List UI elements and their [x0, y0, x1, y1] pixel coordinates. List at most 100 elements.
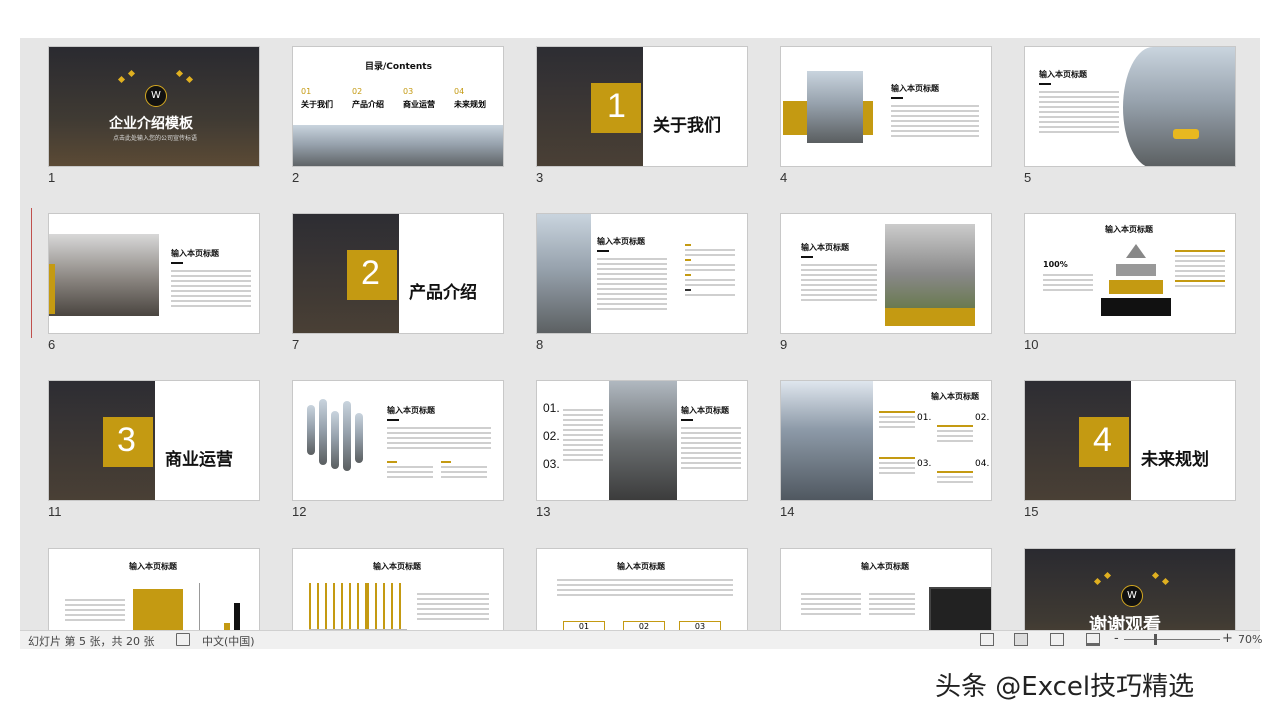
- insertion-marker: [31, 208, 32, 338]
- slide-title: 企业介绍模板: [109, 116, 193, 132]
- slide-number: 12: [292, 504, 307, 519]
- title-underline: [891, 97, 903, 99]
- bar-chart: [367, 583, 407, 630]
- body-text-lines: [387, 427, 491, 452]
- step-number: 02.: [543, 429, 560, 443]
- slide-thumbnail-10[interactable]: 输入本页标题 100%: [1024, 213, 1236, 334]
- language-status[interactable]: 中文(中国): [202, 633, 255, 649]
- step-text: [937, 471, 973, 486]
- slide-thumbnail-9[interactable]: 输入本页标题: [780, 213, 992, 334]
- slide-number: 9: [780, 337, 788, 352]
- section-number: 4: [1093, 421, 1112, 459]
- slide-number: 3: [536, 170, 544, 185]
- slide-thumbnail-13[interactable]: 01. 02. 03. 输入本页标题: [536, 380, 748, 501]
- decor-dot: [117, 75, 126, 84]
- decor-dot: [185, 75, 194, 84]
- step-number: 01.: [543, 401, 560, 415]
- slide-title: 未来规划: [1141, 450, 1209, 470]
- title-underline: [681, 419, 693, 421]
- slide-thumbnail-19[interactable]: 输入本页标题: [780, 548, 992, 630]
- percentage-label: 100%: [1043, 260, 1068, 269]
- pyramid-chart: [1101, 244, 1171, 324]
- slide-thumbnail-20[interactable]: W 谢谢观看: [1024, 548, 1236, 630]
- contents-item-index: 02: [352, 87, 363, 96]
- title-underline: [171, 262, 183, 264]
- slide-title: 输入本页标题: [681, 406, 729, 415]
- body-text-lines: [597, 258, 667, 313]
- contents-item-label: 商业运营: [403, 100, 435, 109]
- slide-sorter-panel: W 企业介绍模板 点击此处输入您的公司宣传标语 1 目录/Contents 01…: [20, 38, 1260, 630]
- slide-thumbnail-11[interactable]: 3 商业运营: [48, 380, 260, 501]
- status-bar: 幻灯片 第 5 张，共 20 张 中文(中国) - + 70%: [20, 630, 1262, 649]
- step-number: 03.: [917, 459, 932, 469]
- numbered-box: 03: [679, 621, 721, 630]
- slide-number: 10: [1024, 337, 1039, 352]
- taxi-shape: [1173, 129, 1199, 139]
- slide-number: 4: [780, 170, 788, 185]
- building-photo: [807, 71, 863, 143]
- slide-thumbnail-1[interactable]: W 企业介绍模板 点击此处输入您的公司宣传标语: [48, 46, 260, 167]
- title-underline: [597, 250, 609, 252]
- slide-thumbnail-17[interactable]: 输入本页标题: [292, 548, 504, 630]
- slide-sorter-view-icon[interactable]: [1014, 633, 1028, 646]
- contents-item-index: 01: [301, 87, 312, 96]
- zoom-in-button[interactable]: +: [1222, 631, 1233, 646]
- step-text: [563, 409, 603, 464]
- notes-icon[interactable]: [176, 633, 190, 646]
- step-text: [879, 457, 915, 477]
- decor-dot: [175, 69, 184, 78]
- title-underline: [1039, 83, 1051, 85]
- slide-thumbnail-18[interactable]: 输入本页标题 01 02 03: [536, 548, 748, 630]
- zoom-out-button[interactable]: -: [1114, 631, 1119, 646]
- zoom-level[interactable]: 70%: [1238, 633, 1262, 646]
- city-photo: [293, 125, 503, 166]
- slide-title: 产品介绍: [409, 283, 477, 303]
- zoom-slider-track[interactable]: [1124, 639, 1220, 640]
- slide-thumbnail-5[interactable]: 输入本页标题: [1024, 46, 1236, 167]
- pill-photos: [307, 399, 371, 483]
- slide-title: 目录/Contents: [365, 62, 432, 72]
- slide-thumbnail-12[interactable]: 输入本页标题: [292, 380, 504, 501]
- bullet-block: [387, 461, 433, 481]
- step-text: [879, 411, 915, 431]
- body-text-lines: [557, 579, 733, 599]
- reading-view-icon[interactable]: [1050, 633, 1064, 646]
- title-underline: [801, 256, 813, 258]
- slide-thumbnail-8[interactable]: 输入本页标题: [536, 213, 748, 334]
- pyramid-labels: [1175, 250, 1225, 290]
- slide-thumbnail-16[interactable]: 输入本页标题: [48, 548, 260, 630]
- slide-title: 输入本页标题: [597, 237, 645, 246]
- interior-photo: [885, 224, 975, 308]
- slide-number: 2: [292, 170, 300, 185]
- slide-thumbnail-3[interactable]: 1 关于我们: [536, 46, 748, 167]
- contents-item-label: 关于我们: [301, 100, 333, 109]
- legend-text: [417, 593, 489, 623]
- slide-thumbnail-14[interactable]: 输入本页标题 01. 02. 03. 04.: [780, 380, 992, 501]
- body-text-lines: [869, 593, 915, 618]
- body-text-lines: [1039, 91, 1119, 136]
- body-text-lines: [891, 105, 979, 140]
- slide-thumbnail-2[interactable]: 目录/Contents 01 关于我们 02 产品介绍 03 商业运营 04 未…: [292, 46, 504, 167]
- slide-title: 输入本页标题: [931, 392, 979, 401]
- street-photo: [1123, 47, 1235, 166]
- slide-subtitle: 点击此处输入您的公司宣传标语: [113, 135, 198, 142]
- slide-number: 8: [536, 337, 544, 352]
- slideshow-view-icon[interactable]: [1086, 633, 1100, 646]
- slide-number: 1: [48, 170, 56, 185]
- slide-title: 谢谢观看: [1089, 615, 1161, 630]
- slide-title: 输入本页标题: [1105, 225, 1153, 234]
- slide-number: 6: [48, 337, 56, 352]
- slide-thumbnail-15[interactable]: 4 未来规划: [1024, 380, 1236, 501]
- slide-title: 关于我们: [653, 116, 721, 136]
- step-number: 01.: [917, 413, 932, 423]
- zoom-slider-thumb[interactable]: [1154, 634, 1157, 645]
- body-text-lines: [1043, 274, 1093, 294]
- decor-dot: [127, 69, 136, 78]
- slide-thumbnail-4[interactable]: 输入本页标题: [780, 46, 992, 167]
- decor-dot: [1161, 577, 1170, 586]
- slide-thumbnail-7[interactable]: 2 产品介绍: [292, 213, 504, 334]
- slide-thumbnail-6[interactable]: 输入本页标题: [48, 213, 260, 334]
- normal-view-icon[interactable]: [980, 633, 994, 646]
- watermark-text: 头条 @Excel技巧精选: [935, 672, 1195, 702]
- accent-block: [133, 589, 183, 630]
